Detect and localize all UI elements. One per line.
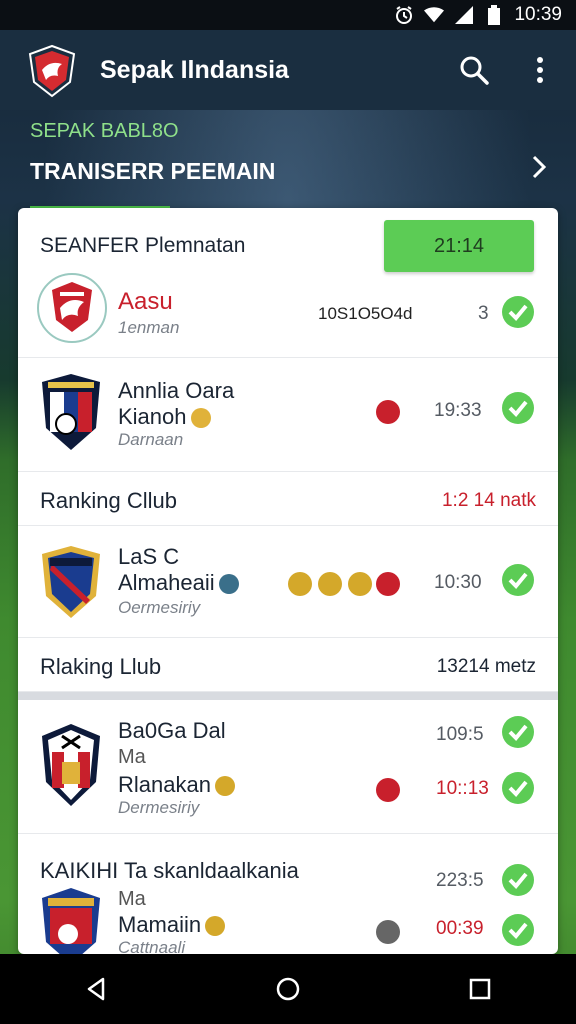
list-item[interactable]: KAIKIHI Ta skanldaalkania Ma Mamaiin Cat… [18, 834, 558, 954]
app-bar: Sepak Ilndansia [0, 30, 576, 110]
time-button[interactable]: 21:14 [384, 220, 534, 272]
club-code: 10S1O5O4d [318, 304, 413, 323]
row-time: 3 [478, 303, 489, 324]
club-subtitle: Darnaan [118, 430, 184, 449]
app-title: Sepak Ilndansia [100, 56, 289, 84]
club-name: Annlia Oara [118, 378, 235, 403]
club-name-line2: Almaheaii [118, 570, 239, 596]
yellow-card-icon [318, 572, 342, 596]
chevron-right-icon[interactable] [528, 154, 550, 180]
check-icon[interactable] [502, 772, 534, 804]
row-time: 19:33 [434, 400, 482, 421]
sub-header-label: SEPAK BABL8O [30, 120, 179, 142]
row-time: 10:30 [434, 572, 482, 593]
check-icon[interactable] [502, 392, 534, 424]
club-subtitle: Cattnaali [118, 938, 186, 954]
club-name: LaS C [118, 544, 180, 569]
sub-header[interactable]: SEPAK BABL8O TRANISERR PEEMAIN [0, 110, 576, 210]
club-name: Aasu [118, 288, 173, 315]
badge-icon [218, 574, 239, 595]
badge-icon [214, 776, 235, 797]
club-name-line2: Kianoh [118, 404, 211, 430]
club-crest-icon [42, 888, 100, 954]
club-name-text: Almaheaii [118, 570, 215, 595]
system-nav-bar [0, 954, 576, 1024]
recents-icon[interactable] [465, 974, 495, 1004]
list-item[interactable]: Ba0Ga Dal Ma Rlanakan Dermesiriy 109:5 1… [18, 700, 558, 834]
check-icon[interactable] [502, 564, 534, 596]
app-logo-icon [28, 44, 76, 98]
club-name-text: Kianoh [118, 404, 187, 429]
red-card-icon [376, 400, 400, 424]
section-value: 13214 metz [436, 656, 536, 677]
row-time: 00:39 [436, 918, 484, 939]
club-name-line3: Rlanakan [118, 772, 235, 798]
sub-header-title: TRANISERR PEEMAIN [30, 158, 276, 184]
search-icon[interactable] [458, 54, 490, 86]
badge-icon [205, 916, 226, 937]
section-header[interactable]: Ranking Cllub 1:2 14 natk [18, 472, 558, 526]
club-subtitle: Dermesiriy [118, 798, 200, 817]
club-name-line2: Ma [118, 888, 146, 910]
yellow-card-icon [348, 572, 372, 596]
row-time: 223:5 [436, 870, 484, 891]
grey-card-icon [376, 920, 400, 944]
club-name: Ba0Ga Dal [118, 718, 226, 743]
club-subtitle: Oermesiriy [118, 598, 201, 617]
section-label: Rlaking Llub [40, 654, 162, 679]
list-item[interactable]: LaS C Almaheaii Oermesiriy 10:30 [18, 526, 558, 638]
back-icon[interactable] [81, 974, 111, 1004]
yellow-card-icon [288, 572, 312, 596]
club-crest-icon [42, 546, 100, 618]
list-item[interactable]: Annlia Oara Kianoh Darnaan 19:33 [18, 358, 558, 472]
alarm-icon [394, 6, 414, 24]
wifi-icon [424, 6, 445, 24]
battery-icon [484, 5, 504, 25]
list-item[interactable]: Aasu 1enman 10S1O5O4d 3 [18, 266, 558, 358]
club-name-line2: Ma [118, 746, 146, 768]
red-card-icon [376, 778, 400, 802]
club-name: KAIKIHI Ta skanldaalkania [40, 858, 299, 883]
divider [18, 692, 558, 700]
signal-icon [454, 6, 474, 24]
check-icon[interactable] [502, 864, 534, 896]
club-name-text: Rlanakan [118, 772, 211, 797]
home-icon[interactable] [273, 974, 303, 1004]
club-crest-icon [42, 724, 100, 806]
check-icon[interactable] [502, 914, 534, 946]
club-subtitle: 1enman [118, 318, 180, 337]
check-icon[interactable] [502, 716, 534, 748]
section-label: Ranking Cllub [40, 488, 177, 513]
transfer-card: SEANFER Plemnatan 21:14 Aasu 1enman 10S1… [18, 208, 558, 954]
card-title: SEANFER Plemnatan [40, 234, 246, 257]
status-bar: 10:39 [0, 0, 576, 30]
more-vert-icon[interactable] [530, 54, 550, 86]
section-header[interactable]: Rlaking Llub 13214 metz [18, 638, 558, 692]
club-name-text: Mamaiin [118, 912, 202, 937]
badge-icon [190, 408, 211, 429]
section-value: 1:2 14 natk [441, 490, 536, 511]
check-icon[interactable] [502, 296, 534, 328]
club-crest-icon [42, 374, 100, 450]
row-time: 109:5 [436, 724, 484, 745]
status-time: 10:39 [514, 4, 562, 25]
club-name-line3: Mamaiin [118, 912, 226, 938]
row-time: 10::13 [436, 778, 489, 799]
red-card-icon [376, 572, 400, 596]
club-crest-icon [37, 273, 107, 343]
